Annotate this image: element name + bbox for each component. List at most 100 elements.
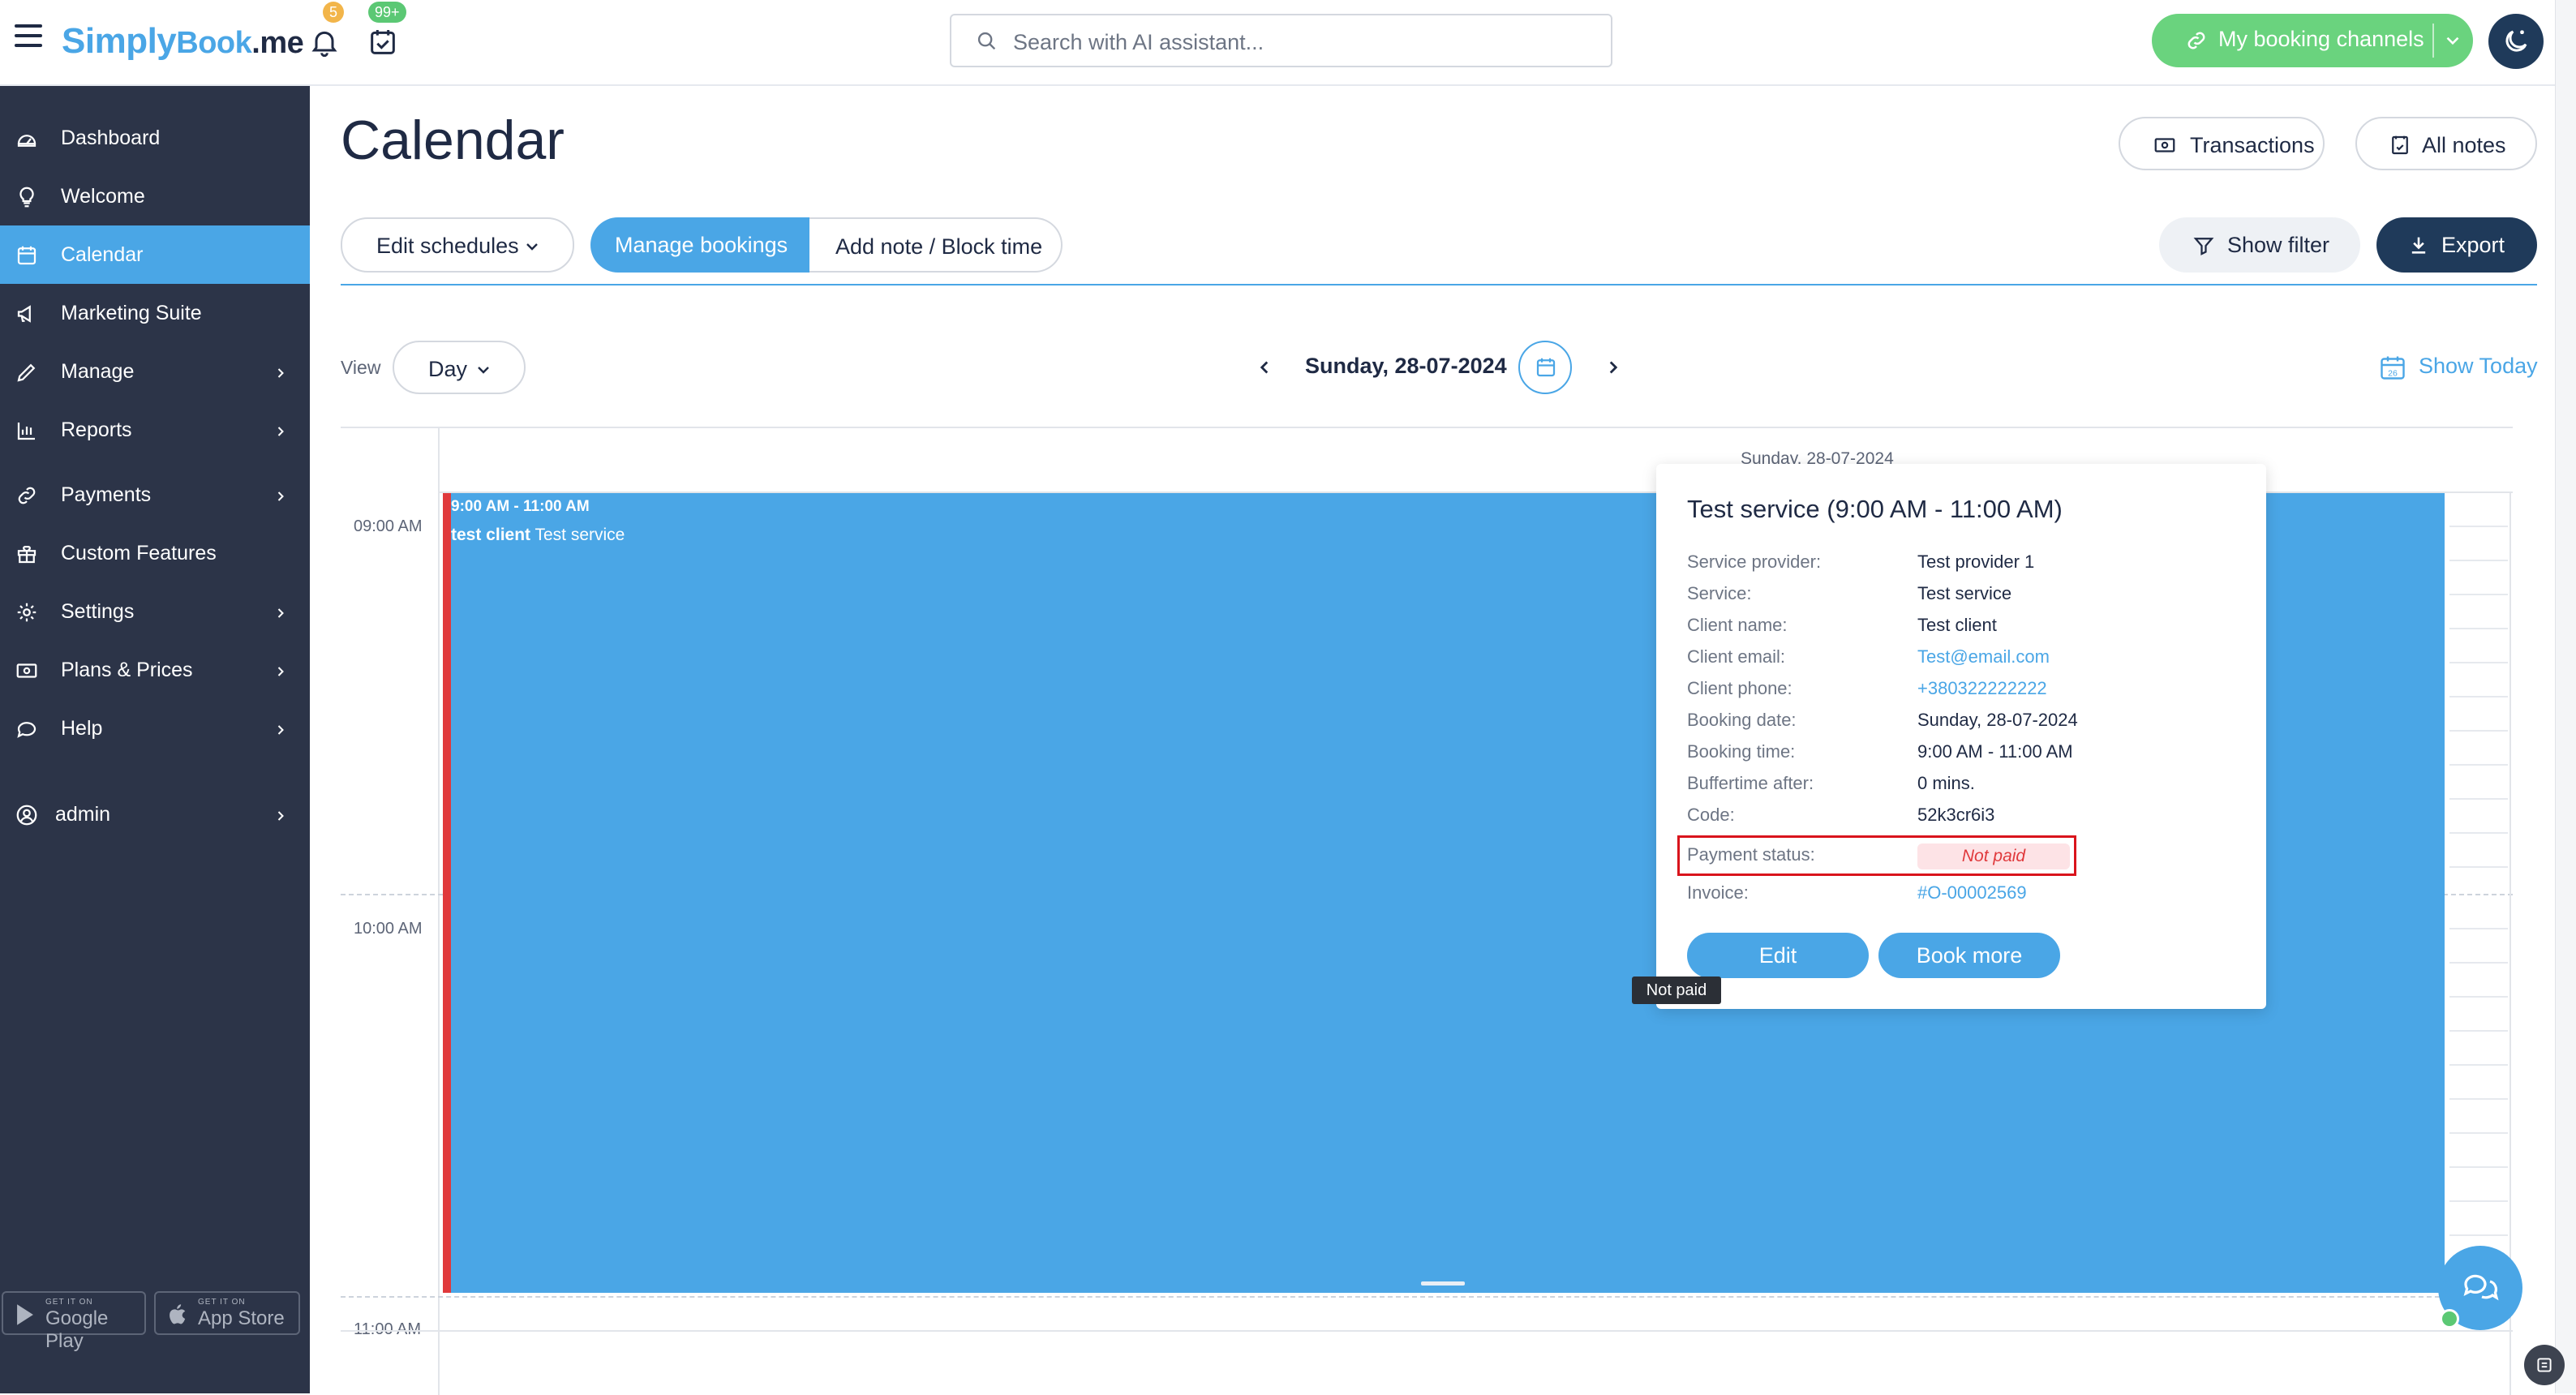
accessibility-icon[interactable]: [2524, 1345, 2565, 1385]
sidebar-item-settings[interactable]: Settings: [0, 582, 310, 641]
chevron-right-icon: [277, 491, 284, 501]
edit-booking-button[interactable]: Edit: [1687, 933, 1869, 978]
page-title: Calendar: [341, 109, 565, 171]
detail-value: Sunday, 28-07-2024: [1917, 710, 2078, 730]
book-more-button[interactable]: Book more: [1878, 933, 2060, 978]
sidebar-item-label: Settings: [61, 600, 135, 623]
current-date: Sunday, 28-07-2024: [1305, 354, 1507, 378]
sidebar-item-label: Custom Features: [61, 542, 217, 564]
unpaid-indicator-bar: [443, 493, 451, 1293]
detail-label: Client name:: [1687, 615, 1788, 635]
store-name: Google Play: [45, 1307, 109, 1352]
booking-client: test client: [451, 526, 531, 544]
invoice-link[interactable]: #O-00002569: [1917, 882, 2027, 904]
sidebar-item-label: Welcome: [61, 185, 145, 208]
top-bar: SimplyBook.me 5 99+ Search with AI assis…: [0, 0, 2576, 86]
detail-label: Client email:: [1687, 646, 1786, 667]
next-day-icon[interactable]: [1603, 357, 1624, 378]
sidebar-item-dashboard[interactable]: Dashboard: [0, 109, 310, 167]
resize-handle[interactable]: [1421, 1281, 1465, 1286]
search-placeholder: Search with AI assistant...: [1013, 30, 1264, 54]
payment-status-label: Payment status:: [1687, 844, 1815, 865]
play-store-icon: [17, 1304, 33, 1325]
detail-label: Code:: [1687, 805, 1735, 825]
detail-label: Buffertime after:: [1687, 773, 1814, 793]
previous-day-icon[interactable]: [1254, 357, 1275, 378]
page-scrollbar[interactable]: [2555, 0, 2576, 1393]
logo[interactable]: SimplyBook.me: [62, 21, 304, 62]
view-select[interactable]: Day: [393, 341, 526, 394]
store-small-text: GET IT ON: [198, 1298, 246, 1307]
sidebar-item-reports[interactable]: Reports: [0, 401, 310, 459]
export-button[interactable]: Export: [2376, 217, 2537, 273]
tasks-calendar-icon[interactable]: [367, 26, 399, 58]
sidebar-item-help[interactable]: Help: [0, 699, 310, 758]
edit-schedules-label: Edit schedules: [376, 234, 519, 258]
sidebar-item-marketing-suite[interactable]: Marketing Suite: [0, 284, 310, 342]
show-filter-label: Show filter: [2227, 233, 2330, 257]
detail-value: Test service: [1917, 583, 2012, 603]
google-play-badge[interactable]: GET IT ON Google Play: [2, 1291, 146, 1352]
edit-schedules-dropdown[interactable]: Edit schedules: [341, 217, 574, 273]
date-picker-button[interactable]: [1518, 341, 1572, 394]
sidebar-item-custom-features[interactable]: Custom Features: [0, 524, 310, 582]
sidebar-item-label: Help: [61, 717, 103, 740]
banknote-icon: [16, 663, 37, 678]
menu-toggle-icon[interactable]: [15, 24, 42, 47]
megaphone-icon: [17, 305, 31, 323]
banknote-icon: [2154, 138, 2175, 152]
chevron-right-icon: [277, 608, 284, 618]
sidebar-item-label: Payments: [61, 483, 152, 506]
calendar-icon: [1536, 358, 1556, 377]
hour-line: [341, 1330, 2513, 1332]
booking-time: 9:00 AM - 11:00 AM: [451, 498, 590, 515]
sidebar-item-payments[interactable]: Payments: [0, 466, 310, 524]
gauge-icon: [17, 135, 36, 147]
show-filter-button[interactable]: Show filter: [2159, 217, 2360, 273]
chat-bubbles-icon: [2463, 1274, 2499, 1301]
detail-label: Service:: [1687, 583, 1752, 603]
sidebar-item-label: Dashboard: [61, 127, 161, 149]
client-phone-link[interactable]: +380322222222: [1917, 678, 2047, 699]
manage-bookings-label: Manage bookings: [615, 233, 788, 257]
sidebar-item-manage[interactable]: Manage: [0, 342, 310, 401]
theme-toggle-button[interactable]: [2488, 14, 2544, 69]
detail-label: Service provider:: [1687, 552, 1822, 572]
half-hour-line: [341, 1296, 2513, 1298]
sidebar-item-calendar[interactable]: Calendar: [0, 225, 310, 284]
detail-value: 52k3cr6i3: [1917, 805, 1995, 825]
notifications-bell-icon[interactable]: [308, 26, 341, 58]
store-name: App Store: [198, 1307, 285, 1329]
sidebar-item-label: Calendar: [61, 243, 144, 266]
gear-icon: [17, 603, 36, 622]
all-notes-button[interactable]: All notes: [2355, 117, 2537, 170]
search-icon: [977, 32, 996, 50]
transactions-button[interactable]: Transactions: [2119, 117, 2325, 170]
lightbulb-icon: [19, 187, 34, 208]
show-today-label: Show Today: [2419, 354, 2538, 378]
sidebar-item-welcome[interactable]: Welcome: [0, 167, 310, 225]
chevron-down-icon[interactable]: [2442, 28, 2463, 53]
transactions-label: Transactions: [2190, 133, 2315, 157]
detail-label: Client phone:: [1687, 678, 1792, 698]
export-label: Export: [2441, 233, 2505, 257]
chevron-down-icon: [526, 243, 538, 251]
booking-details-popover: Test service (9:00 AM - 11:00 AM) Servic…: [1656, 464, 2266, 1009]
notifications-badge: 5: [323, 2, 345, 23]
chevron-down-icon: [478, 367, 489, 374]
add-note-block-time-button[interactable]: Add note / Block time: [809, 217, 1063, 273]
client-email-link[interactable]: Test@email.com: [1917, 646, 2050, 667]
sidebar-item-label: Plans & Prices: [61, 659, 193, 681]
sidebar-item-plans-prices[interactable]: Plans & Prices: [0, 641, 310, 699]
moon-icon: [2505, 30, 2527, 52]
payment-tooltip: Not paid: [1632, 976, 1721, 1004]
manage-bookings-button[interactable]: Manage bookings: [590, 217, 811, 273]
bar-chart-icon: [17, 423, 35, 440]
chevron-right-icon: [277, 368, 284, 378]
app-store-badge[interactable]: GET IT ON App Store: [154, 1291, 300, 1335]
sidebar-item-admin[interactable]: admin: [0, 785, 310, 843]
booking-channels-button[interactable]: My booking channels: [2152, 14, 2473, 67]
sidebar-item-label: Reports: [61, 418, 132, 441]
search-input[interactable]: Search with AI assistant...: [950, 14, 1612, 67]
sidebar-item-label: Manage: [61, 360, 135, 383]
